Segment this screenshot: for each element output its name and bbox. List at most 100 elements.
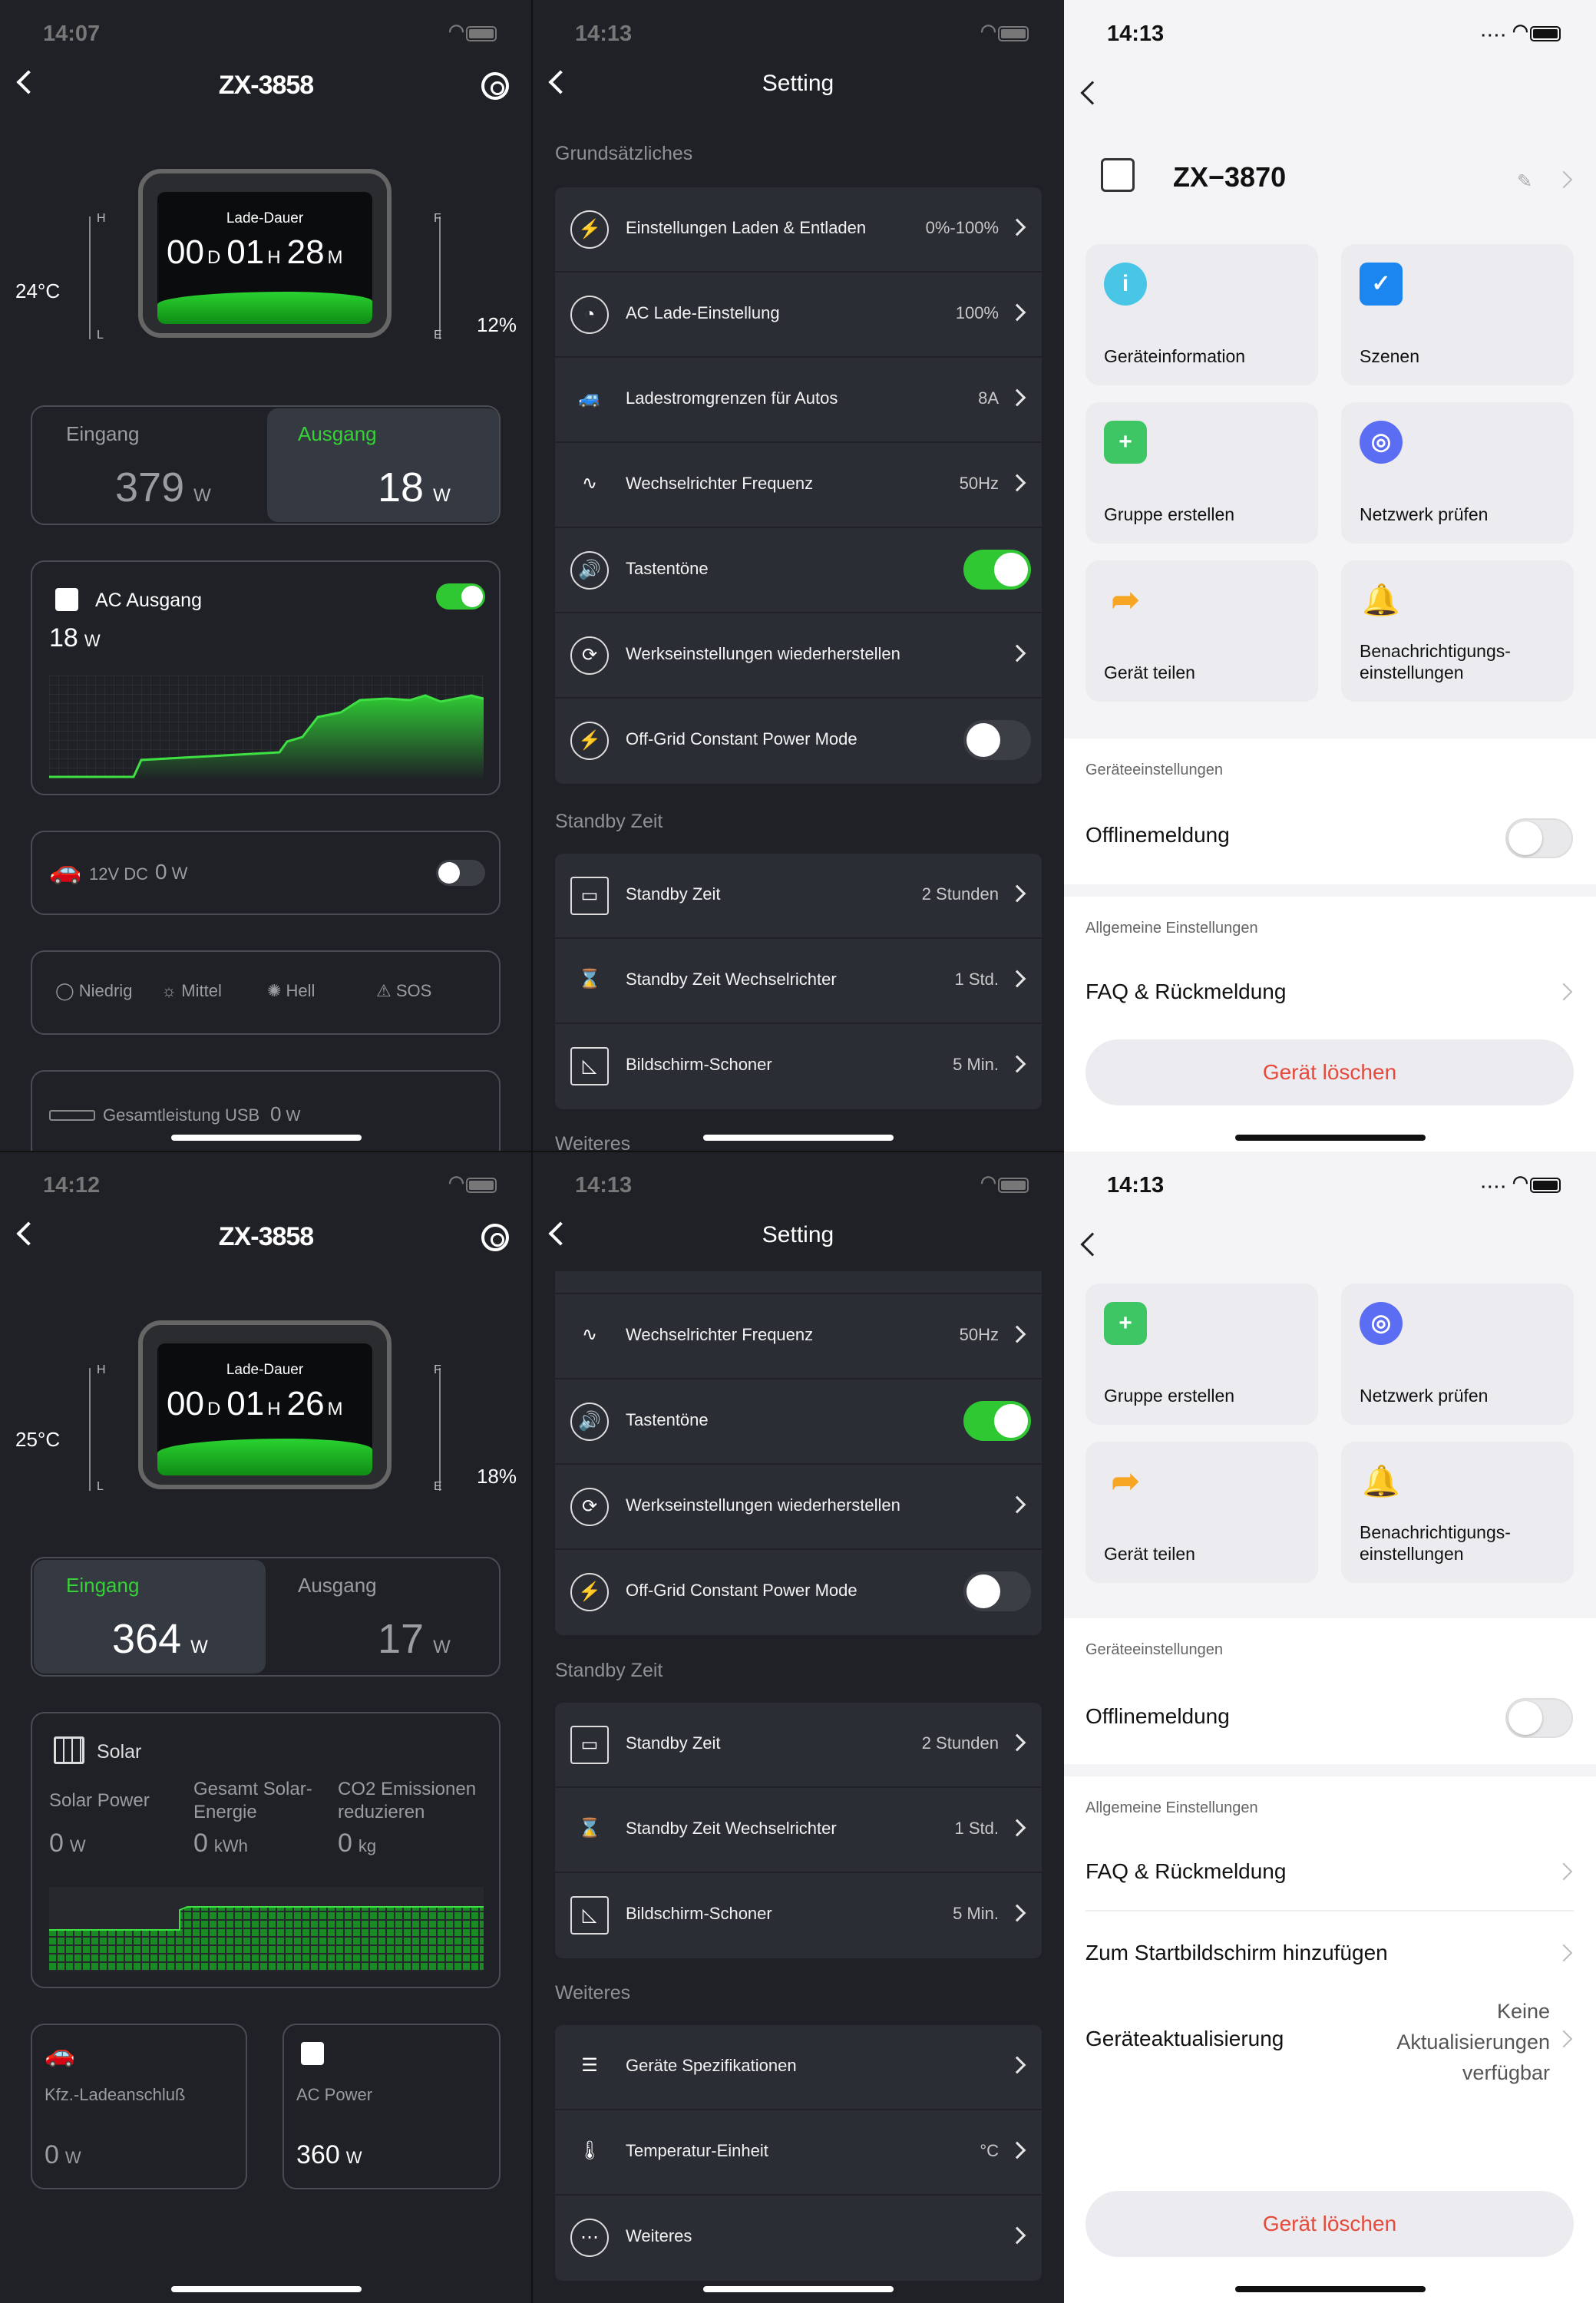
co2-label: CO2 Emissionen reduzieren <box>338 1779 477 1822</box>
tile-scenes[interactable]: ✓ Szenen <box>1341 244 1574 385</box>
status-bar: 14:13 ···· ◠ <box>1064 1171 1596 1202</box>
output-label[interactable]: Ausgang <box>298 1574 377 1598</box>
settings-row-frequency[interactable]: ∿ Wechselrichter Frequenz 50Hz <box>555 1294 1042 1379</box>
settings-row-ac-charge[interactable]: ◔ AC Lade-Einstellung 100% <box>555 273 1042 358</box>
settings-row-offgrid: ⚡ Off-Grid Constant Power Mode <box>555 1550 1042 1635</box>
tile-notifications[interactable]: 🔔 Benachrichtigungs- einstellungen <box>1341 560 1574 702</box>
light-low-button[interactable]: ◯ Niedrig <box>55 981 132 1001</box>
dc-toggle[interactable] <box>436 860 485 886</box>
chevron-right-icon <box>1008 644 1026 662</box>
tile-create-group[interactable]: + Gruppe erstellen <box>1085 402 1318 544</box>
output-label[interactable]: Ausgang <box>298 422 377 446</box>
settings-row-factory-reset[interactable]: ⟳ Werkseinstellungen wiederherstellen <box>555 613 1042 699</box>
gauge-l-label: L <box>97 1480 104 1493</box>
home-indicator <box>1234 2286 1426 2292</box>
tile-device-info[interactable]: i Geräteinformation <box>1085 244 1318 385</box>
settings-row-charge[interactable]: ⚡ Einstellungen Laden & Entladen 0%-100% <box>555 187 1042 273</box>
offline-label: Offlinemeldung <box>1085 1704 1230 1728</box>
input-label[interactable]: Eingang <box>66 1574 139 1598</box>
ac-socket-icon <box>301 2042 324 2065</box>
input-label[interactable]: Eingang <box>66 422 139 446</box>
gauge-h-label: H <box>97 212 106 225</box>
sliders-icon: ☰ <box>581 2055 598 2076</box>
chevron-right-icon <box>1555 983 1573 1001</box>
offline-toggle[interactable] <box>1505 1698 1573 1738</box>
ac-power-card: AC Power 360 W <box>283 2024 501 2189</box>
panel-settings-2: 14:13 ◠ Setting ∿ Wechselrichter Frequenz 5… <box>532 1152 1064 2303</box>
ac-output-card: AC Ausgang 18 W <box>31 560 501 795</box>
car-icon: 🚗 <box>49 856 82 885</box>
edit-icon[interactable]: ✎ <box>1517 170 1532 193</box>
settings-row-standby-inverter[interactable]: ⌛ Standby Zeit Wechselrichter 1 Std. <box>555 1788 1042 1873</box>
panel-device-input: 14:12 ◠ ZX-3858 Lade-Dauer 00 D 01 H 26 M H L … <box>0 1152 532 2303</box>
settings-row-car-limit[interactable]: 🚙 Ladestromgrenzen für Autos 8A <box>555 358 1042 443</box>
charge-duration-label: Lade-Dauer <box>226 210 304 226</box>
settings-row-more[interactable]: ⋯ Weiteres <box>555 2196 1042 2281</box>
tile-create-group[interactable]: + Gruppe erstellen <box>1085 1284 1318 1425</box>
tile-network-check[interactable]: ◎ Netzwerk prüfen <box>1341 1284 1574 1425</box>
wifi-icon: ◠ <box>980 1172 996 1193</box>
settings-row-frequency[interactable]: ∿ Wechselrichter Frequenz 50Hz <box>555 443 1042 528</box>
faq-row[interactable]: FAQ & Rückmeldung <box>1085 1859 1286 1884</box>
tile-network-check[interactable]: ◎ Netzwerk prüfen <box>1341 402 1574 544</box>
chevron-right-icon <box>1008 388 1026 407</box>
settings-icon[interactable] <box>481 1224 509 1251</box>
chevron-right-icon <box>1555 2030 1573 2048</box>
wifi-icon: ◠ <box>1512 1172 1528 1193</box>
car-port-unit: W <box>64 2148 81 2167</box>
tile-notifications[interactable]: 🔔 Benachrichtigungs- einstellungen <box>1341 1442 1574 1583</box>
back-icon[interactable] <box>1080 1232 1105 1257</box>
back-icon[interactable] <box>1080 81 1105 105</box>
offgrid-toggle[interactable] <box>963 1571 1031 1611</box>
car-port-card: 🚗 Kfz.-Ladeanschluß 0W <box>31 2024 247 2189</box>
hourglass-icon: ⌛ <box>578 1818 601 1839</box>
co2-value: 0 <box>338 1829 352 1858</box>
page-title: ZX-3858 <box>218 1222 314 1251</box>
usb-unit: W <box>286 1108 301 1125</box>
wifi-icon: ◠ <box>448 1172 464 1193</box>
settings-row-standby-inverter[interactable]: ⌛ Standby Zeit Wechselrichter 1 Std. <box>555 939 1042 1024</box>
settings-row-screensaver[interactable]: ◺ Bildschirm-Schoner 5 Min. <box>555 1024 1042 1109</box>
section-general-settings: Allgemeine Einstellungen <box>1085 920 1258 937</box>
tile-share-device[interactable]: ➦ Gerät teilen <box>1085 1442 1318 1583</box>
offgrid-toggle[interactable] <box>963 720 1031 760</box>
settings-row-specs[interactable]: ☰ Geräte Spezifikationen <box>555 2025 1042 2110</box>
share-icon: ➦ <box>1111 1462 1140 1500</box>
ac-output-toggle[interactable] <box>436 583 485 610</box>
key-tones-toggle[interactable] <box>963 1401 1031 1441</box>
settings-icon[interactable] <box>481 72 509 100</box>
chevron-right-icon <box>1008 303 1026 322</box>
settings-row-factory-reset[interactable]: ⟳ Werkseinstellungen wiederherstellen <box>555 1465 1042 1550</box>
speaker-icon: 🔊 <box>570 551 609 590</box>
delete-device-button[interactable]: Gerät löschen <box>1085 2191 1574 2257</box>
chevron-right-icon <box>1008 1495 1026 1514</box>
section-general-settings: Allgemeine Einstellungen <box>1085 1799 1258 1816</box>
faq-row[interactable]: FAQ & Rückmeldung <box>1085 980 1286 1004</box>
usb-value: 0 <box>270 1102 282 1125</box>
add-to-home-row[interactable]: Zum Startbildschirm hinzufügen <box>1085 1941 1388 1965</box>
light-mid-button[interactable]: ☼ Mittel <box>161 981 222 1001</box>
delete-device-button[interactable]: Gerät löschen <box>1085 1039 1574 1105</box>
key-tones-toggle[interactable] <box>963 550 1031 590</box>
device-visual: Lade-Dauer 00 D 01 H 26 M <box>123 1313 407 1497</box>
battery-percent: 12% <box>476 313 517 336</box>
minutes-unit: M <box>327 247 343 268</box>
offline-toggle[interactable] <box>1505 818 1573 858</box>
settings-row-screensaver[interactable]: ◺ Bildschirm-Schoner 5 Min. <box>555 1873 1042 1958</box>
settings-row-temp-unit[interactable]: 🌡 Temperatur-Einheit °C <box>555 2110 1042 2196</box>
group-add-icon: + <box>1104 421 1147 464</box>
status-time: 14:13 <box>575 21 633 46</box>
firmware-update-row[interactable]: Geräteaktualisierung <box>1085 2027 1284 2051</box>
section-more: Weiteres <box>555 1133 631 1152</box>
settings-group-more: ☰ Geräte Spezifikationen 🌡 Temperatur-Einh… <box>555 2025 1042 2281</box>
settings-row-standby[interactable]: ▭ Standby Zeit 2 Stunden <box>555 854 1042 939</box>
settings-row-standby[interactable]: ▭ Standby Zeit 2 Stunden <box>555 1703 1042 1788</box>
tile-share-device[interactable]: ➦ Gerät teilen <box>1085 560 1318 702</box>
charge-duration-label: Lade-Dauer <box>226 1362 304 1378</box>
chevron-right-icon <box>1008 1819 1026 1837</box>
light-high-button[interactable]: ✺ Hell <box>267 981 315 1001</box>
light-sos-button[interactable]: ⚠ SOS <box>376 981 431 1001</box>
bell-icon: 🔔 <box>1362 1465 1400 1498</box>
speaker-icon: 🔊 <box>570 1403 609 1441</box>
chevron-right-icon <box>1008 218 1026 236</box>
